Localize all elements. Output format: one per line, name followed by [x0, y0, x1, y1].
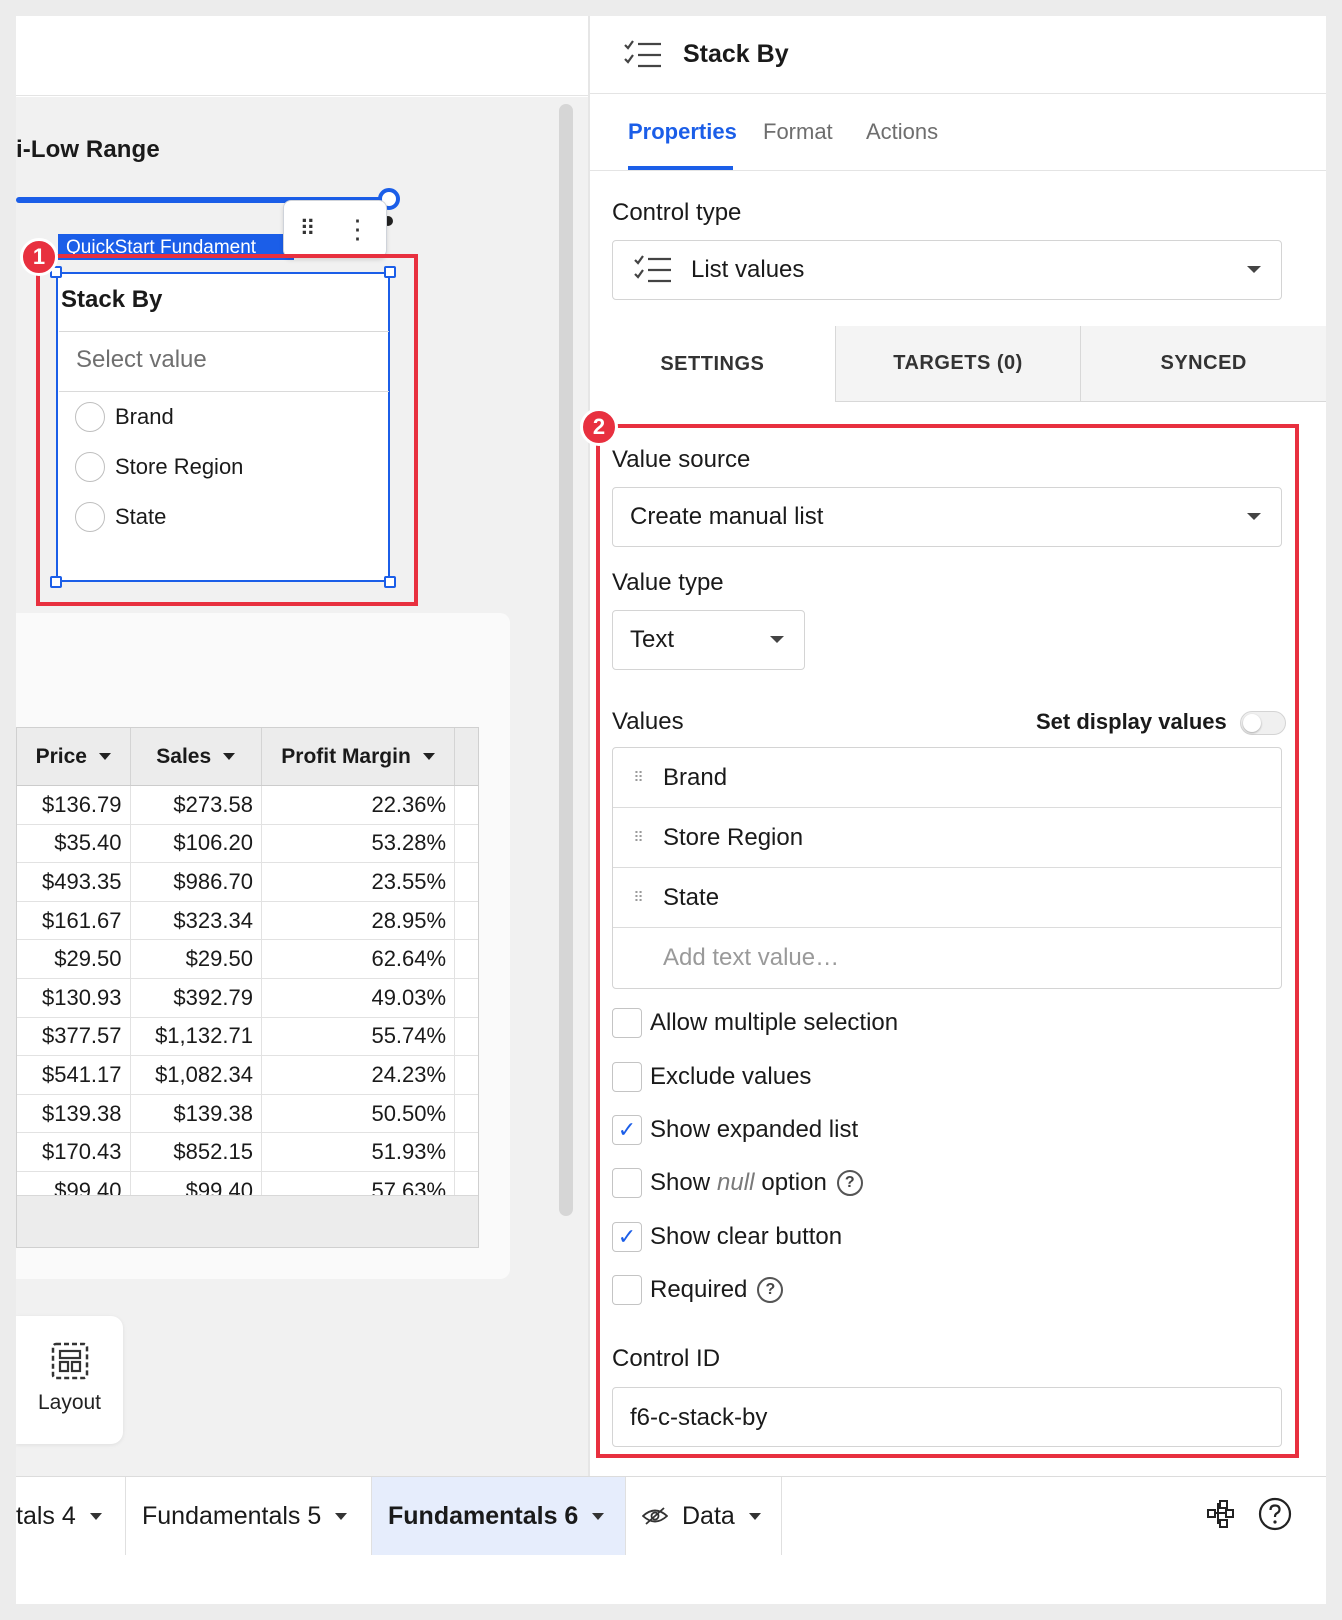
caret-down-icon[interactable]	[748, 1512, 761, 1520]
panel-tabs: Properties Format Actions	[590, 95, 1326, 171]
table-row: $136.79 $273.58 22.36%	[17, 786, 478, 825]
page-tabs-bar: tals 4 Fundamentals 5 Fundamentals 6 Dat…	[16, 1476, 1326, 1555]
panel-header: Stack By	[590, 16, 1326, 94]
control-type-select[interactable]: List values	[612, 240, 1282, 300]
help-icon[interactable]	[1258, 1497, 1292, 1531]
table-row: $139.38 $139.38 50.50%	[17, 1094, 478, 1134]
list-check-icon	[624, 39, 661, 67]
bottom-bar-icons	[1206, 1497, 1292, 1531]
caret-down-icon[interactable]	[335, 1512, 348, 1520]
page-tab-data[interactable]: Data	[626, 1477, 782, 1555]
column-header-sales[interactable]: Sales	[131, 728, 262, 785]
list-check-icon	[634, 255, 671, 283]
more-options-icon[interactable]: ⋮	[345, 214, 371, 245]
canvas-scrollbar[interactable]	[559, 104, 573, 1216]
caret-down-icon[interactable]	[223, 753, 236, 760]
page-tab-fundamentals-4[interactable]: tals 4	[16, 1477, 126, 1555]
active-tab-indicator	[628, 166, 733, 170]
table-row: $161.67 $323.34 28.95%	[17, 901, 478, 941]
settings-subtabs: SETTINGS TARGETS (0) SYNCED	[590, 326, 1326, 402]
subtab-targets[interactable]: TARGETS (0)	[834, 326, 1081, 402]
column-header-profit-margin[interactable]: Profit Margin	[262, 728, 456, 785]
table-row: $170.43 $852.15 51.93%	[17, 1133, 478, 1172]
table-body: $136.79 $273.58 22.36% $35.40 $106.20 53.28%…	[17, 786, 478, 1196]
tab-actions[interactable]: Actions	[866, 119, 938, 145]
table-row: $377.57 $1,132.71 55.74%	[17, 1017, 478, 1057]
table-footer	[17, 1195, 478, 1247]
table-row: $541.17 $1,082.34 24.23%	[17, 1056, 478, 1095]
table-row: $35.40 $106.20 53.28%	[17, 824, 478, 864]
annotation-box-2	[596, 424, 1299, 1458]
layout-icon	[51, 1342, 88, 1380]
caret-down-icon[interactable]	[98, 753, 111, 760]
caret-down-icon[interactable]	[89, 1512, 102, 1520]
control-type-label: Control type	[612, 199, 742, 226]
hidden-eye-icon	[642, 1507, 668, 1525]
workbook-canvas: i-Low Range QuickStart Fundament ⠿ ⋮ Sta…	[16, 16, 590, 1526]
app-window: i-Low Range QuickStart Fundament ⠿ ⋮ Sta…	[16, 16, 1326, 1604]
panel-title: Stack By	[683, 40, 789, 68]
tab-properties[interactable]: Properties	[628, 119, 737, 145]
annotation-badge-1: 1	[20, 238, 58, 276]
annotation-badge-2: 2	[580, 408, 618, 446]
annotation-box-1	[36, 254, 418, 606]
caret-down-icon[interactable]	[592, 1512, 605, 1520]
page-tab-fundamentals-6[interactable]: Fundamentals 6	[372, 1477, 626, 1555]
subtab-synced[interactable]: SYNCED	[1080, 326, 1326, 402]
control-type-value: List values	[691, 256, 805, 283]
layout-button-label: Layout	[37, 1391, 102, 1414]
properties-panel: Stack By Properties Format Actions Contr…	[580, 16, 1326, 1526]
table-row: $130.93 $392.79 49.03%	[17, 978, 478, 1018]
table-row: $99.40 $99.40 57.63%	[17, 1171, 478, 1196]
caret-down-icon[interactable]	[422, 753, 435, 760]
tab-format[interactable]: Format	[763, 119, 833, 145]
column-header-price[interactable]: Price	[17, 728, 131, 785]
table-header: Price Sales Profit Margin	[17, 728, 478, 786]
layout-button[interactable]: Layout	[16, 1316, 123, 1444]
table-row: $29.50 $29.50 62.64%	[17, 940, 478, 979]
canvas-header	[16, 16, 590, 96]
data-table: Price Sales Profit Margin $136.79 $273.58…	[16, 727, 479, 1248]
subtab-settings[interactable]: SETTINGS	[590, 326, 835, 402]
drag-handle-icon[interactable]: ⠿	[299, 216, 315, 242]
lineage-icon[interactable]	[1206, 1499, 1236, 1529]
table-row: $493.35 $986.70 23.55%	[17, 863, 478, 902]
element-toolbar: ⠿ ⋮	[283, 200, 387, 258]
chevron-down-icon	[1247, 266, 1261, 273]
column-header-spacer	[455, 728, 478, 785]
page-tab-fundamentals-5[interactable]: Fundamentals 5	[126, 1477, 372, 1555]
hilow-range-title: i-Low Range	[16, 136, 160, 163]
